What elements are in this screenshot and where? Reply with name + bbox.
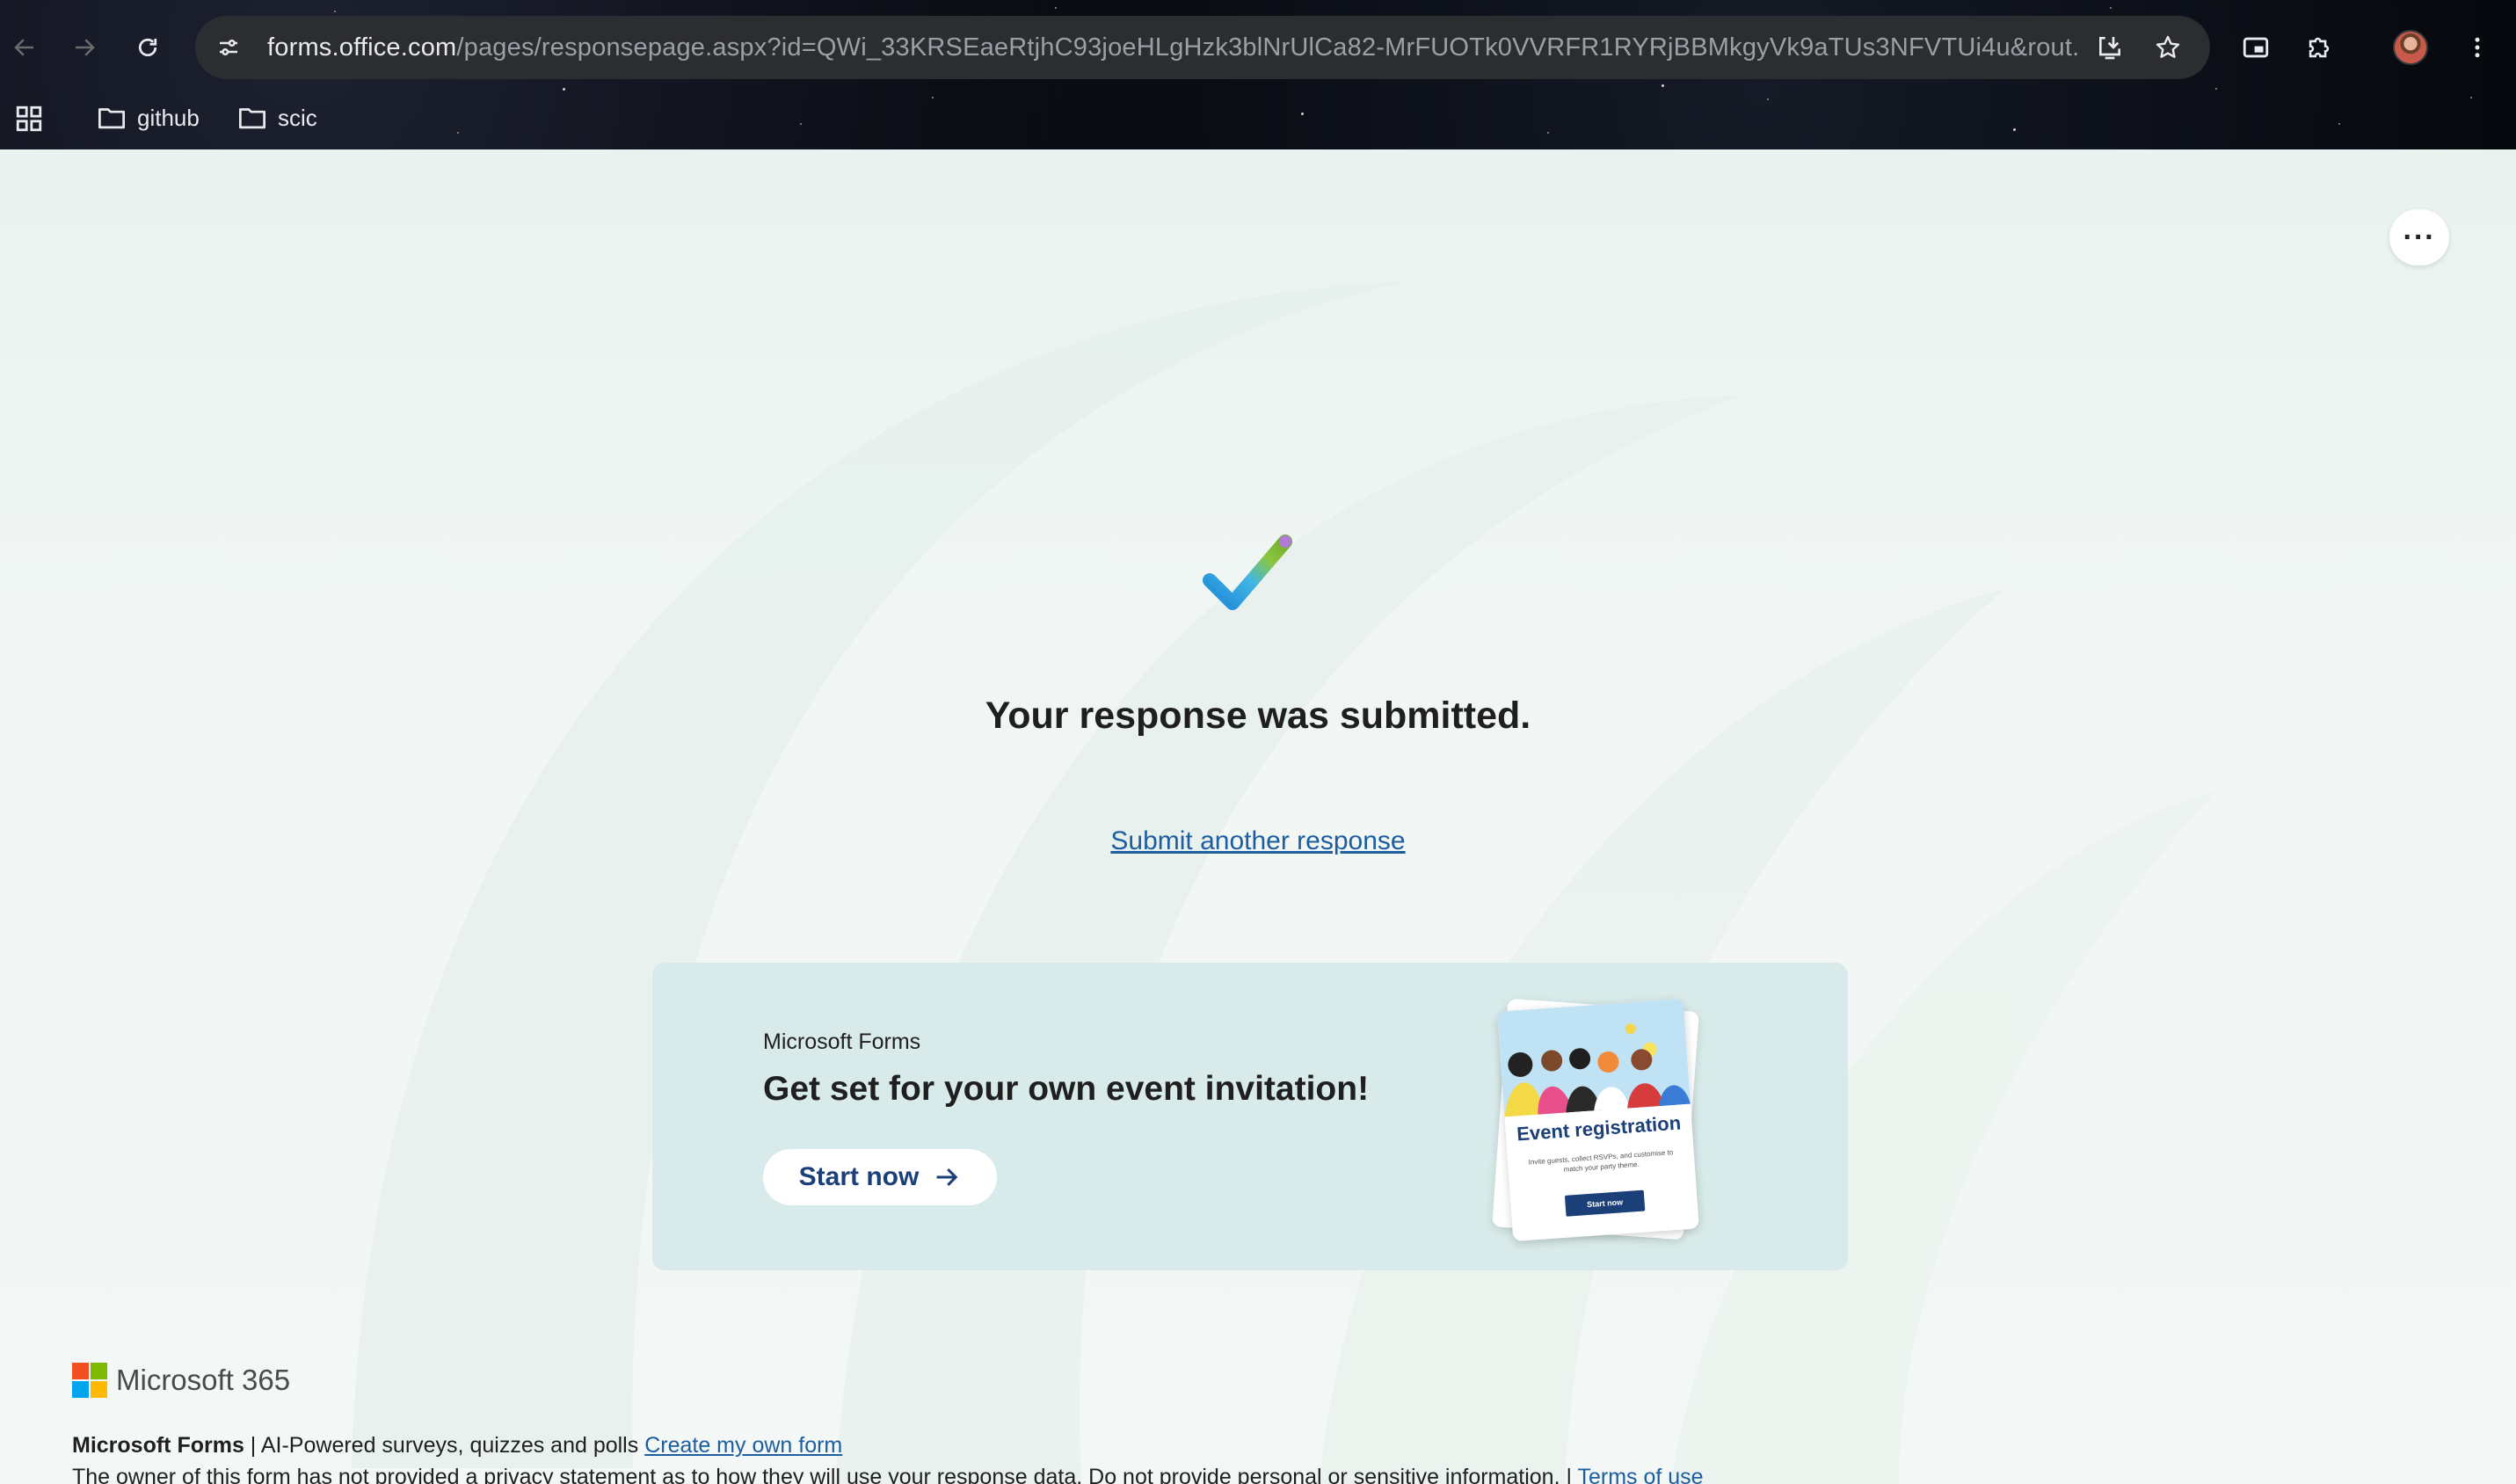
install-icon — [2099, 37, 2120, 60]
cast-button[interactable] — [2231, 23, 2280, 72]
puzzle-icon — [2309, 37, 2330, 58]
background-swoosh-decoration — [352, 281, 2215, 1484]
bookmark-folder-github[interactable]: github — [97, 98, 200, 137]
microsoft-365-logo: Microsoft 365 — [72, 1363, 290, 1398]
tune-icon — [220, 40, 237, 56]
apps-grid-icon[interactable] — [14, 104, 44, 134]
folder-icon — [239, 108, 265, 129]
promo-brand: Microsoft Forms — [763, 1029, 921, 1054]
card-description: Invite guests, collect RSVPs, and custom… — [1528, 1148, 1674, 1174]
kebab-menu-icon — [2475, 37, 2480, 58]
star-icon — [2156, 35, 2180, 58]
microsoft-logo-icon — [72, 1363, 107, 1398]
folder-icon — [98, 108, 125, 129]
cast-icon — [2243, 37, 2269, 58]
browser-chrome: forms.office.com/pages/responsepage.aspx… — [0, 0, 2516, 149]
page-title: Your response was submitted. — [985, 695, 1531, 737]
create-my-own-form-link[interactable]: Create my own form — [644, 1433, 842, 1458]
submit-another-response-link[interactable]: Submit another response — [1110, 826, 1405, 855]
checkmark-icon — [1203, 535, 1292, 610]
bookmark-label: github — [137, 104, 200, 131]
install-app-button[interactable] — [2085, 23, 2134, 72]
privacy-text: The owner of this form has not provided … — [72, 1465, 1578, 1484]
back-button[interactable] — [0, 23, 49, 72]
footer-product: Microsoft Forms — [72, 1433, 244, 1458]
url-host: forms.office.com — [267, 33, 457, 62]
bookmark-folder-scic[interactable]: scic — [237, 98, 317, 137]
browser-menu-button[interactable] — [2453, 23, 2502, 72]
forward-button[interactable] — [60, 23, 109, 72]
site-info-button[interactable] — [204, 23, 253, 72]
event-registration-thumbnail: Event registration Invite guests, collec… — [1497, 998, 1699, 1242]
more-options-button[interactable]: ··· — [2389, 209, 2449, 266]
footer-tagline: Microsoft Forms | AI-Powered surveys, qu… — [72, 1433, 842, 1459]
logo-text: Microsoft 365 — [116, 1364, 291, 1396]
arrow-right-icon — [76, 39, 95, 56]
bookmarks-bar: github scic — [0, 95, 2516, 141]
start-now-label: Start now — [798, 1162, 920, 1191]
url-path: /pages/responsepage.aspx?id=QWi_33KRSEae… — [456, 33, 2078, 62]
card-title: Event registration — [1516, 1111, 1682, 1146]
bookmark-star-button[interactable] — [2143, 23, 2192, 72]
reload-button[interactable] — [123, 23, 172, 72]
forms-response-page: ··· Your response was submitted. Submit … — [0, 149, 2516, 1484]
extensions-button[interactable] — [2294, 23, 2344, 72]
arrow-right-icon — [936, 1168, 958, 1186]
arrow-left-icon — [14, 39, 33, 56]
reload-icon — [138, 38, 157, 57]
promo-card: Microsoft Forms Get set for your own eve… — [652, 963, 1848, 1270]
card-start-now-button: Start now — [1564, 1189, 1646, 1217]
footer-tagline-text: | AI-Powered surveys, quizzes and polls — [244, 1433, 645, 1458]
people-illustration — [1497, 998, 1691, 1117]
footer-privacy: The owner of this form has not provided … — [72, 1465, 1704, 1484]
start-now-button[interactable]: Start now — [763, 1149, 997, 1205]
url-text: forms.office.com/pages/responsepage.aspx… — [267, 33, 2078, 62]
submit-another-container: Submit another response — [0, 826, 2516, 856]
terms-of-use-link[interactable]: Terms of use — [1577, 1465, 1703, 1484]
bookmark-label: scic — [278, 104, 317, 131]
address-bar[interactable]: forms.office.com/pages/responsepage.aspx… — [195, 16, 2210, 79]
profile-avatar[interactable] — [2393, 30, 2428, 65]
promo-heading: Get set for your own event invitation! — [763, 1070, 1370, 1108]
